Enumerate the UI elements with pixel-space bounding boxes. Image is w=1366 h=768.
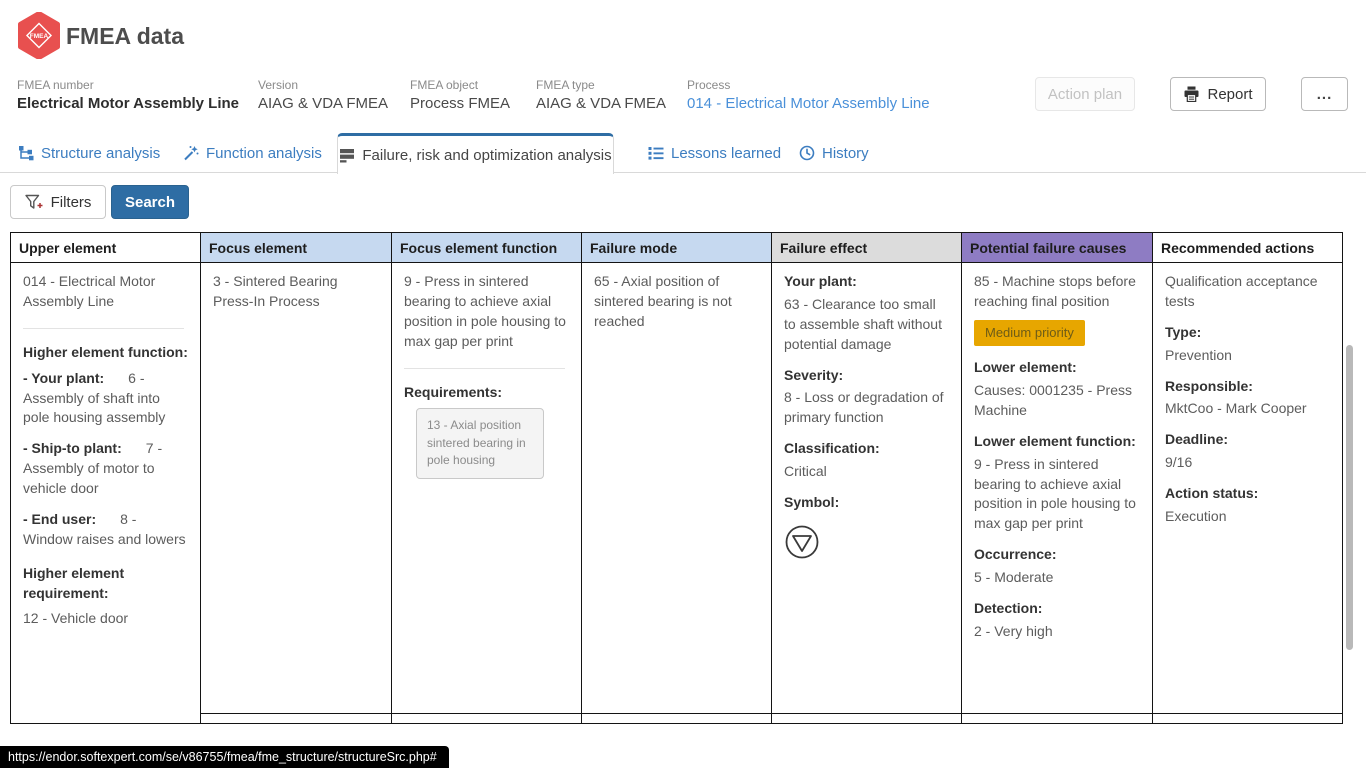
more-options-icon: ... <box>1317 86 1333 103</box>
more-options-button[interactable]: ... <box>1301 77 1348 111</box>
action-status-item: Action status:Execution <box>1165 484 1330 527</box>
requirement-card[interactable]: 13 - Axial position sintered bearing in … <box>416 408 544 478</box>
higher-element-requirement-heading: Higher element requirement: <box>23 564 188 604</box>
tab-bar: Structure analysis Function analysis Fai… <box>0 133 1366 173</box>
vertical-scrollbar-thumb[interactable] <box>1346 345 1353 650</box>
requirements-heading: Requirements: <box>404 383 569 403</box>
column-header-recommended-actions: Recommended actions <box>1153 233 1343 263</box>
tab-label: History <box>822 145 869 162</box>
your-plant-item: - Your plant:6 - Assembly of shaft into … <box>23 369 188 429</box>
fmea-logo-icon: FMEA <box>17 12 61 59</box>
failure-mode-value: 65 - Axial position of sintered bearing … <box>594 272 759 332</box>
cell-recommended-actions: Qualification acceptance tests Type:Prev… <box>1153 263 1343 714</box>
clock-icon <box>799 145 815 161</box>
meta-version: Version AIAG & VDA FMEA <box>258 78 388 113</box>
column-header-focus-element-function: Focus element function <box>392 233 582 263</box>
type-item: Type:Prevention <box>1165 323 1330 366</box>
tree-icon <box>18 145 34 161</box>
symbol-item: Symbol: <box>784 493 949 513</box>
fmea-object-value: Process FMEA <box>410 95 510 112</box>
page-title: FMEA data <box>66 23 184 50</box>
fmea-type-value: AIAG & VDA FMEA <box>536 95 666 112</box>
higher-element-requirement-value: 12 - Vehicle door <box>23 609 188 629</box>
rows-icon <box>339 147 355 163</box>
cause-title: 85 - Machine stops before reaching final… <box>974 272 1140 312</box>
funnel-icon <box>25 194 43 210</box>
your-plant-effect: Your plant:63 - Clearance too small to a… <box>784 272 949 355</box>
status-bar-url: https://endor.softexpert.com/se/v86755/f… <box>0 746 449 768</box>
action-plan-button[interactable]: Action plan <box>1035 77 1135 111</box>
fmea-table: Upper element Focus element Focus elemen… <box>10 232 1343 724</box>
higher-element-function-heading: Higher element function: <box>23 343 188 363</box>
version-label: Version <box>258 78 388 92</box>
version-value: AIAG & VDA FMEA <box>258 95 388 112</box>
lower-element-item: Lower element:Causes: 0001235 - Press Ma… <box>974 358 1140 421</box>
meta-process: Process 014 - Electrical Motor Assembly … <box>687 78 930 113</box>
severity-item: Severity:8 - Loss or degradation of prim… <box>784 366 949 429</box>
tab-function-analysis[interactable]: Function analysis <box>183 133 322 173</box>
table-header-row: Upper element Focus element Focus elemen… <box>11 233 1343 263</box>
end-user-item: - End user:8 - Window raises and lowers <box>23 510 188 550</box>
critical-symbol-icon <box>784 524 949 566</box>
list-icon <box>648 145 664 161</box>
meta-fmea-type: FMEA type AIAG & VDA FMEA <box>536 78 666 113</box>
occurrence-item: Occurrence:5 - Moderate <box>974 545 1140 588</box>
column-header-failure-effect: Failure effect <box>772 233 962 263</box>
tab-label: Structure analysis <box>41 145 160 162</box>
detection-item: Detection:2 - Very high <box>974 599 1140 642</box>
recommended-action-title: Qualification acceptance tests <box>1165 272 1330 312</box>
tab-label: Function analysis <box>206 145 322 162</box>
ship-to-plant-item: - Ship-to plant:7 - Assembly of motor to… <box>23 439 188 499</box>
tab-failure-risk-optimization-analysis[interactable]: Failure, risk and optimization analysis <box>337 133 614 174</box>
cell-failure-mode: 65 - Axial position of sintered bearing … <box>582 263 772 714</box>
action-plan-label: Action plan <box>1048 86 1122 103</box>
tab-label: Lessons learned <box>671 145 781 162</box>
divider <box>23 328 184 329</box>
deadline-item: Deadline:9/16 <box>1165 430 1330 473</box>
meta-fmea-object: FMEA object Process FMEA <box>410 78 510 113</box>
fmea-object-label: FMEA object <box>410 78 510 92</box>
table-row-partial <box>11 714 1343 724</box>
cell-focus-element-function: 9 - Press in sintered bearing to achieve… <box>392 263 582 714</box>
fmea-number-value: Electrical Motor Assembly Line <box>17 95 239 112</box>
report-button[interactable]: Report <box>1170 77 1266 111</box>
tab-structure-analysis[interactable]: Structure analysis <box>18 133 160 173</box>
classification-item: Classification:Critical <box>784 439 949 482</box>
search-label: Search <box>125 194 175 211</box>
svg-text:FMEA: FMEA <box>30 33 49 40</box>
upper-element-value: 014 - Electrical Motor Assembly Line <box>23 272 188 312</box>
tab-lessons-learned[interactable]: Lessons learned <box>648 133 781 173</box>
process-label: Process <box>687 78 930 92</box>
responsible-item: Responsible:MktCoo - Mark Cooper <box>1165 377 1330 420</box>
cell-failure-effect: Your plant:63 - Clearance too small to a… <box>772 263 962 714</box>
column-header-focus-element: Focus element <box>201 233 392 263</box>
filters-button[interactable]: Filters <box>10 185 106 219</box>
fmea-type-label: FMEA type <box>536 78 666 92</box>
column-header-failure-mode: Failure mode <box>582 233 772 263</box>
cell-upper-element: 014 - Electrical Motor Assembly Line Hig… <box>11 263 201 724</box>
lower-element-function-item: Lower element function:9 - Press in sint… <box>974 432 1140 534</box>
report-label: Report <box>1207 86 1252 103</box>
column-header-potential-failure-causes: Potential failure causes <box>962 233 1153 263</box>
fmea-number-label: FMEA number <box>17 78 239 92</box>
column-header-upper-element: Upper element <box>11 233 201 263</box>
priority-badge: Medium priority <box>974 320 1085 346</box>
filters-label: Filters <box>51 194 92 211</box>
cell-potential-failure-causes: 85 - Machine stops before reaching final… <box>962 263 1153 714</box>
tab-label: Failure, risk and optimization analysis <box>362 147 611 164</box>
wand-icon <box>183 145 199 161</box>
focus-element-value: 3 - Sintered Bearing Press-In Process <box>213 272 379 312</box>
divider <box>404 368 565 369</box>
printer-icon <box>1183 86 1200 102</box>
process-link[interactable]: 014 - Electrical Motor Assembly Line <box>687 95 930 112</box>
cell-focus-element: 3 - Sintered Bearing Press-In Process <box>201 263 392 714</box>
search-button[interactable]: Search <box>111 185 189 219</box>
meta-fmea-number: FMEA number Electrical Motor Assembly Li… <box>17 78 239 113</box>
focus-function-text: 9 - Press in sintered bearing to achieve… <box>404 272 569 352</box>
tab-history[interactable]: History <box>799 133 869 173</box>
table-row: 014 - Electrical Motor Assembly Line Hig… <box>11 263 1343 714</box>
